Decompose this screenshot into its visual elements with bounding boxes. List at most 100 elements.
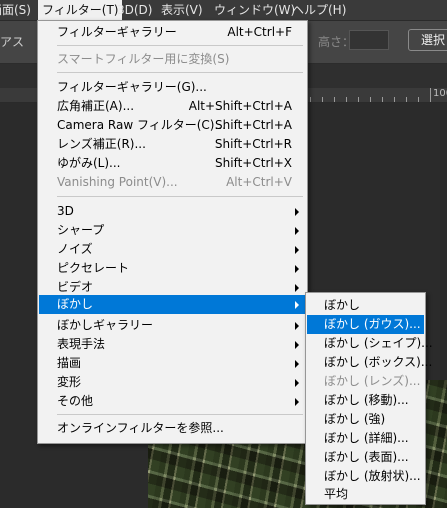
menu-item-shortcut: Alt+Ctrl+V <box>226 175 292 189</box>
convert-smart-filter-item[interactable]: スマートフィルター用に変換(S) <box>39 50 306 69</box>
menu-item-label: 変形 <box>57 375 82 389</box>
menu-item-label: Camera Raw フィルター(C)... <box>57 118 226 132</box>
submenu-arrow-icon <box>295 301 299 309</box>
liquify-item[interactable]: ゆがみ(L)... Shift+Ctrl+X <box>39 154 306 173</box>
submenu-blur-gallery[interactable]: ぼかしギャラリー <box>39 316 306 335</box>
submenu-distort[interactable]: 変形 <box>39 373 306 392</box>
menu-item-label: ぼかし (移動)... <box>324 393 409 407</box>
menu-separator <box>57 45 303 46</box>
menu-item-label: ぼかし (レンズ)... <box>324 374 421 388</box>
filter-gallery-last-item[interactable]: フィルターギャラリー Alt+Ctrl+F <box>39 23 306 42</box>
menu-help[interactable]: ヘルプ(H) <box>288 0 350 20</box>
box-blur-item[interactable]: ぼかし (ボックス)... <box>307 353 432 372</box>
lens-blur-item[interactable]: ぼかし (レンズ)... <box>307 372 424 391</box>
menu-item-shortcut: Alt+Ctrl+F <box>227 25 292 39</box>
menu-item-label: シャープ <box>57 223 105 237</box>
menu-item-label: ぼかし (強) <box>324 412 386 426</box>
menu-item-label: オンラインフィルターを参照... <box>57 421 224 435</box>
submenu-noise[interactable]: ノイズ <box>39 240 306 259</box>
ruler-tick <box>334 97 335 102</box>
submenu-blur[interactable]: ぼかし <box>39 295 306 314</box>
ruler-tick <box>358 97 359 102</box>
menu-item-label: 平均 <box>324 487 349 501</box>
submenu-stylize[interactable]: 表現手法 <box>39 335 306 354</box>
motion-blur-item[interactable]: ぼかし (移動)... <box>307 391 424 410</box>
submenu-other[interactable]: その他 <box>39 392 306 411</box>
lens-correction-item[interactable]: レンズ補正(R)... Shift+Ctrl+R <box>39 135 306 154</box>
menu-item-label: ぼかし (放射状)... <box>324 469 421 483</box>
menu-item-shortcut: Shift+Ctrl+X <box>215 156 292 170</box>
filter-menu: フィルターギャラリー Alt+Ctrl+F スマートフィルター用に変換(S) フ… <box>37 20 308 444</box>
shape-blur-item[interactable]: ぼかし (シェイプ)... <box>307 334 433 353</box>
menu-separator <box>57 72 303 73</box>
menu-item-label: スマートフィルター用に変換(S) <box>57 52 230 66</box>
ruler-tick <box>310 97 311 102</box>
menu-item-label: フィルターギャラリー <box>57 25 177 39</box>
menu-item-label: 表現手法 <box>57 337 106 351</box>
submenu-pixelate[interactable]: ピクセレート <box>39 259 306 278</box>
surface-blur-item[interactable]: ぼかし (表面)... <box>307 448 424 467</box>
adaptive-wide-angle-item[interactable]: 広角補正(A)... Alt+Shift+Ctrl+A <box>39 97 306 116</box>
menu-filter[interactable]: フィルター(T) <box>38 0 123 20</box>
height-field[interactable] <box>349 30 389 50</box>
menu-item-label: ぼかしギャラリー <box>57 318 154 332</box>
vanishing-point-item[interactable]: Vanishing Point(V)... Alt+Ctrl+V <box>39 173 306 192</box>
submenu-arrow-icon <box>295 379 299 387</box>
submenu-arrow-icon <box>295 208 299 216</box>
menu-item-label: Vanishing Point(V)... <box>57 175 178 189</box>
submenu-arrow-icon <box>295 398 299 406</box>
menu-item-label: フィルターギャラリー(G)... <box>57 80 207 94</box>
menu-item-label: ぼかし (シェイプ)... <box>324 336 433 350</box>
menu-item-shortcut: Shift+Ctrl+A <box>215 118 292 132</box>
submenu-arrow-icon <box>295 227 299 235</box>
select-and-mask-button[interactable]: 選択 <box>408 29 447 51</box>
ruler-tick <box>370 97 371 102</box>
menu-bar: 画面(S) フィルター(T) 3D(D) 表示(V) ウィンドウ(W) ヘルプ(… <box>0 0 447 21</box>
menu-item-label: ぼかし (詳細)... <box>324 431 409 445</box>
menu-item-label: ゆがみ(L)... <box>57 156 121 170</box>
average-item[interactable]: 平均 <box>307 485 424 504</box>
submenu-arrow-icon <box>295 246 299 254</box>
menu-item-label: ぼかし (ガウス)... <box>324 317 421 331</box>
camera-raw-filter-item[interactable]: Camera Raw フィルター(C)... Shift+Ctrl+A <box>39 116 306 135</box>
options-left-text: アス <box>0 35 25 49</box>
menu-item-label: レンズ補正(R)... <box>57 137 146 151</box>
browse-filters-online-item[interactable]: オンラインフィルターを参照... <box>39 419 306 438</box>
radial-blur-item[interactable]: ぼかし (放射状)... <box>307 467 424 486</box>
menu-item-label: ピクセレート <box>57 261 130 275</box>
menu-separator <box>57 196 303 197</box>
menu-item-label: 3D <box>57 204 74 218</box>
submenu-3d[interactable]: 3D <box>39 202 306 221</box>
ruler-tick <box>394 97 395 102</box>
ruler-label: 100 <box>433 88 447 99</box>
submenu-render[interactable]: 描画 <box>39 354 306 373</box>
blur-more-item[interactable]: ぼかし (強) <box>307 410 424 429</box>
menu-3d[interactable]: 3D(D) <box>113 0 156 20</box>
blur-item[interactable]: ぼかし <box>307 296 424 315</box>
submenu-arrow-icon <box>295 360 299 368</box>
menu-item-label: ぼかし (表面)... <box>324 450 409 464</box>
menu-item-label: ノイズ <box>57 242 93 256</box>
menu-item-label: その他 <box>57 394 94 408</box>
gaussian-blur-item[interactable]: ぼかし (ガウス)... <box>307 315 424 334</box>
ruler-tick <box>418 97 419 102</box>
ruler-tick <box>382 97 383 102</box>
menu-separator <box>57 414 303 415</box>
blur-submenu: ぼかし ぼかし (ガウス)... ぼかし (シェイプ)... ぼかし (ボックス… <box>305 292 433 505</box>
menu-window[interactable]: ウィンドウ(W) <box>210 0 299 20</box>
ruler-tick <box>346 97 347 102</box>
menu-item-label: 広角補正(A)... <box>57 99 135 113</box>
menu-item-shortcut: Shift+Ctrl+R <box>214 137 292 151</box>
ruler-tick <box>406 97 407 102</box>
menu-item-shortcut: Alt+Shift+Ctrl+A <box>188 99 292 113</box>
ruler-tick <box>430 88 431 102</box>
smart-blur-item[interactable]: ぼかし (詳細)... <box>307 429 424 448</box>
menu-item-label: ぼかし <box>57 297 94 311</box>
filter-gallery-item[interactable]: フィルターギャラリー(G)... <box>39 78 306 97</box>
submenu-sharpen[interactable]: シャープ <box>39 221 306 240</box>
menu-item-label: 描画 <box>57 356 82 370</box>
submenu-arrow-icon <box>295 265 299 273</box>
menu-view[interactable]: 表示(V) <box>157 0 207 20</box>
menu-item-label: ぼかし (ボックス)... <box>324 355 433 369</box>
menu-screen-mode[interactable]: 画面(S) <box>0 0 35 20</box>
